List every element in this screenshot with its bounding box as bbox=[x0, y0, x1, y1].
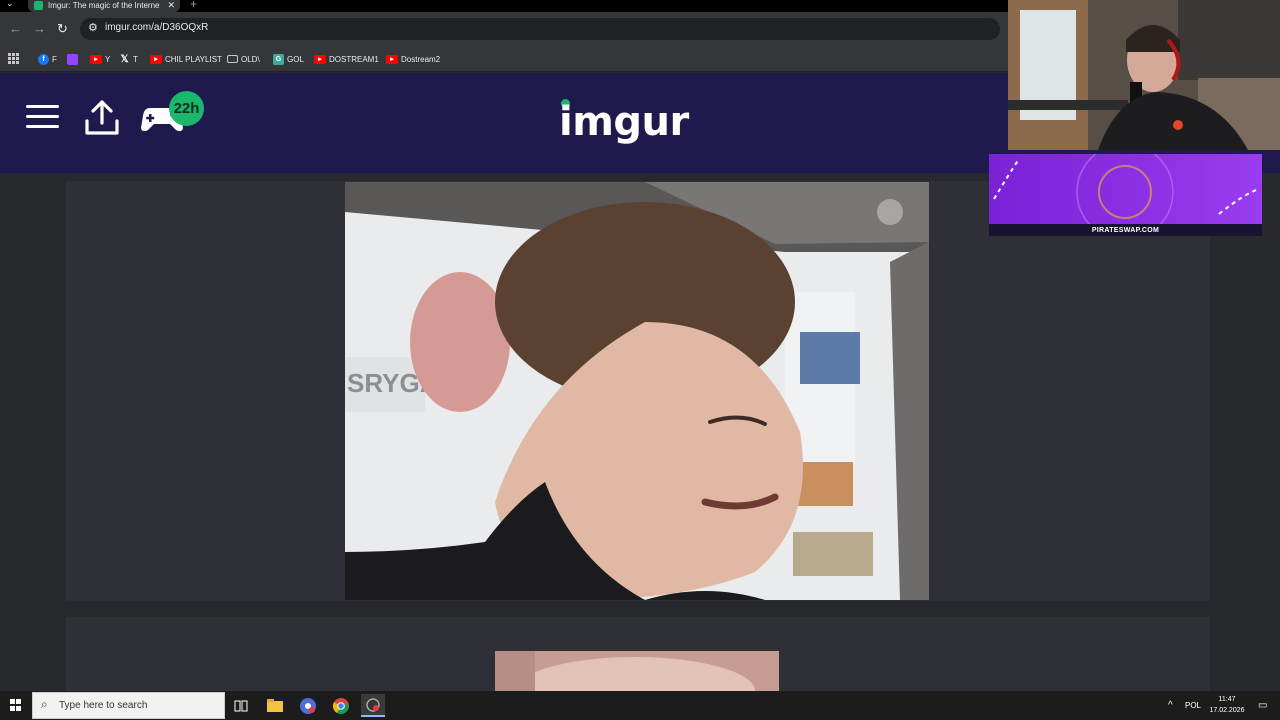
bookmark-label: GOL bbox=[287, 54, 304, 64]
youtube-icon: ▸ bbox=[314, 54, 326, 64]
bookmark-dostream1[interactable]: ▸ DOSTREAM1 bbox=[314, 52, 379, 66]
next-post-graphic bbox=[495, 651, 779, 691]
chrome-active-icon[interactable] bbox=[361, 694, 385, 717]
language-indicator[interactable]: POL bbox=[1185, 691, 1201, 720]
search-placeholder: Type here to search bbox=[59, 700, 148, 711]
imgur-favicon-icon bbox=[34, 1, 43, 10]
task-view-icon[interactable] bbox=[229, 694, 253, 717]
tray-expand-icon[interactable]: ^ bbox=[1168, 691, 1173, 720]
new-tab-icon[interactable]: + bbox=[190, 0, 197, 11]
bookmark-dostream2[interactable]: ▸ Dostream2 bbox=[386, 52, 440, 66]
address-url[interactable]: imgur.com/a/D36OQxR bbox=[105, 22, 208, 33]
bookmark-chil-playlist[interactable]: ▸ CHIL PLAYLIST bbox=[150, 52, 222, 66]
bookmark-folder-old[interactable]: OLD\ bbox=[227, 52, 260, 66]
youtube-icon: ▸ bbox=[90, 54, 102, 64]
site-info-icon[interactable]: ⚙ bbox=[88, 21, 98, 34]
x-icon: 𝕏 bbox=[120, 53, 129, 65]
bookmark-gol[interactable]: G GOL bbox=[273, 52, 304, 66]
twitch-icon bbox=[67, 53, 78, 65]
clock-time: 11:47 bbox=[1218, 696, 1236, 703]
bookmark-twitch[interactable] bbox=[67, 52, 78, 66]
youtube-icon: ▸ bbox=[150, 54, 162, 64]
menu-icon[interactable] bbox=[26, 105, 59, 129]
bookmark-youtube[interactable]: ▸ Y bbox=[90, 52, 110, 66]
bookmark-facebook[interactable]: f F bbox=[38, 52, 57, 66]
forward-icon[interactable]: → bbox=[33, 20, 46, 38]
bookmark-label: T bbox=[133, 54, 138, 64]
chrome-icon[interactable] bbox=[329, 694, 353, 717]
search-icon: ⌕ bbox=[41, 697, 48, 711]
sponsor-text: PIRATESWAP.COM bbox=[1091, 227, 1160, 234]
webcam-overlay bbox=[1008, 0, 1280, 150]
bookmark-label: DOSTREAM1 bbox=[329, 54, 379, 64]
facebook-icon: f bbox=[38, 53, 49, 65]
youtube-icon: ▸ bbox=[386, 54, 398, 64]
windows-start-icon[interactable] bbox=[10, 699, 22, 711]
game-timer-badge: 22h bbox=[169, 91, 204, 126]
imgur-logo[interactable]: imgur bbox=[559, 99, 689, 145]
chrome-profile-icon[interactable] bbox=[296, 694, 320, 717]
tab-close-icon[interactable]: ✕ bbox=[167, 0, 175, 11]
back-icon[interactable]: ← bbox=[9, 20, 22, 38]
post-image[interactable]: SRYGA bbox=[345, 182, 929, 600]
windows-taskbar: ⌕ Type here to search ^ POL 11:47 17.02.… bbox=[0, 691, 1280, 720]
upload-icon[interactable] bbox=[84, 99, 120, 137]
address-bar[interactable]: ⚙ imgur.com/a/D36OQxR bbox=[80, 18, 1000, 40]
bookmark-label: F bbox=[52, 54, 57, 64]
sponsor-graphic bbox=[989, 154, 1262, 236]
post-image-graphic: SRYGA bbox=[345, 182, 929, 600]
sponsor-banner: PIRATESWAP.COM bbox=[989, 154, 1262, 236]
bookmark-label: CHIL PLAYLIST bbox=[165, 54, 222, 64]
tab-search-icon[interactable]: ⌄ bbox=[6, 0, 14, 9]
gaming-button[interactable]: 22h bbox=[140, 90, 210, 140]
notifications-icon[interactable]: ▭ bbox=[1258, 691, 1267, 720]
tab-imgur[interactable]: Imgur: The magic of the Internet ✕ bbox=[28, 0, 180, 12]
taskbar-search-input[interactable]: ⌕ Type here to search bbox=[32, 692, 225, 719]
bookmark-label: Dostream2 bbox=[401, 54, 441, 64]
tab-title: Imgur: The magic of the Internet bbox=[48, 1, 160, 10]
webcam-feed bbox=[1008, 0, 1280, 150]
reload-icon[interactable]: ↻ bbox=[57, 20, 68, 38]
taskbar-clock[interactable]: 11:47 17.02.2026 bbox=[1202, 694, 1252, 716]
gol-icon: G bbox=[273, 53, 284, 65]
folder-icon bbox=[227, 55, 238, 63]
file-explorer-icon[interactable] bbox=[263, 694, 287, 717]
bookmark-x[interactable]: 𝕏 T bbox=[119, 52, 138, 66]
apps-grid-icon[interactable] bbox=[8, 53, 19, 64]
bookmark-label: Y bbox=[105, 54, 111, 64]
bookmark-label: OLD\ bbox=[241, 54, 260, 64]
clock-date: 17.02.2026 bbox=[1209, 707, 1245, 714]
next-post-image[interactable] bbox=[495, 651, 779, 691]
